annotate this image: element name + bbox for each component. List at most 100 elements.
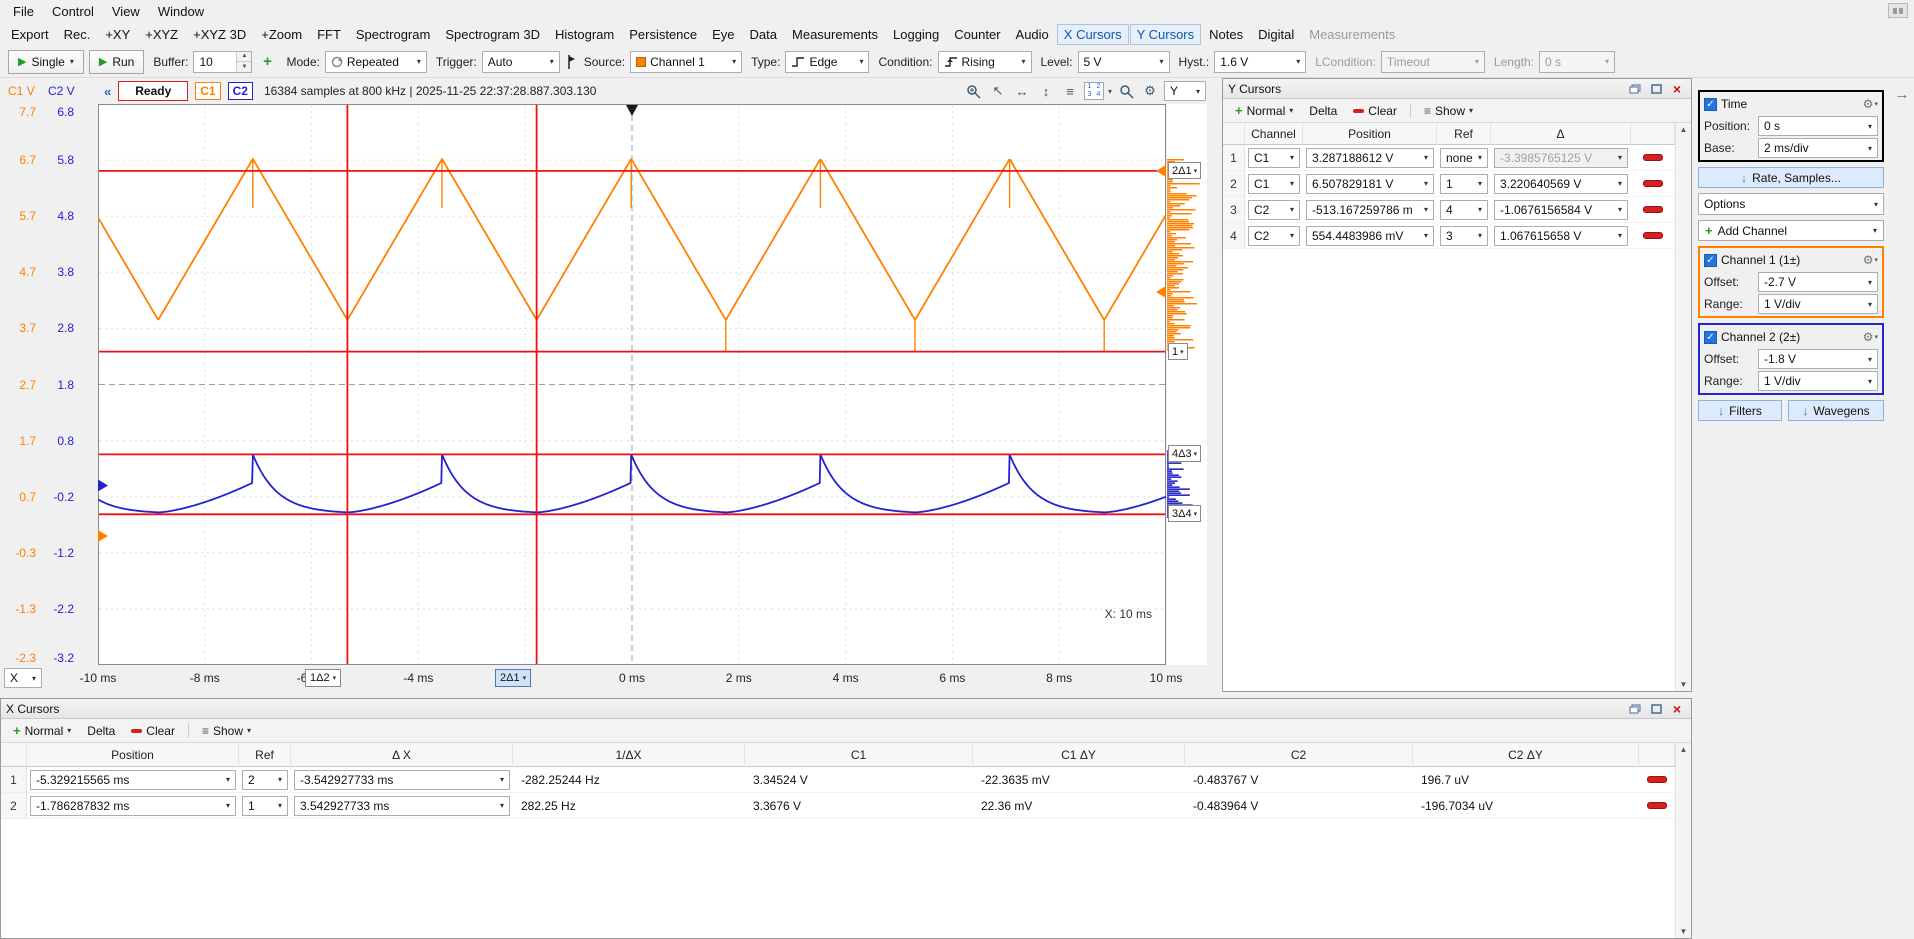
tab-logging[interactable]: Logging <box>886 24 946 45</box>
remove-cursor-button[interactable] <box>1643 154 1663 161</box>
remove-cursor-button[interactable] <box>1643 232 1663 239</box>
spinner-arrows-icon[interactable]: ▲▼ <box>236 52 251 72</box>
close-icon[interactable]: × <box>1668 701 1686 717</box>
tab-spectrogram[interactable]: Spectrogram <box>349 24 437 45</box>
tab-measurements[interactable]: Measurements <box>1302 24 1402 45</box>
x-cursor-ref-select[interactable]: 2▾ <box>242 770 288 790</box>
scrollbar[interactable]: ▲▼ <box>1675 123 1691 691</box>
y-cursor-delta-value[interactable]: 1.067615658 V▾ <box>1494 226 1628 246</box>
menu-control[interactable]: Control <box>43 1 103 22</box>
tab-measurements[interactable]: Measurements <box>785 24 885 45</box>
menu-view[interactable]: View <box>103 1 149 22</box>
fit-width-icon[interactable]: ↔ <box>1012 80 1032 102</box>
x-cursor-position-input[interactable]: -1.786287832 ms▾ <box>30 796 236 816</box>
channel2-gear-icon[interactable]: ⚙▾ <box>1863 330 1878 344</box>
tab--xyz[interactable]: +XYZ <box>138 24 185 45</box>
hysteresis-select[interactable]: 1.6 V▾ <box>1214 51 1306 73</box>
wavegens-button[interactable]: ↓Wavegens <box>1788 400 1884 421</box>
x-cursor-delta-x-value[interactable]: 3.542927733 ms▾ <box>294 796 510 816</box>
maximize-icon[interactable] <box>1647 81 1665 97</box>
tab-fft[interactable]: FFT <box>310 24 348 45</box>
c2-badge[interactable]: C2 <box>228 82 253 100</box>
y-cursor-position-input[interactable]: 3.287188612 V▾ <box>1306 148 1434 168</box>
y-cursor-flag-2[interactable]: 2Δ1▾ <box>1168 162 1201 179</box>
c1-badge[interactable]: C1 <box>195 82 220 100</box>
y-cursor-channel-select[interactable]: C2▾ <box>1248 226 1300 246</box>
y-cursor-position-input[interactable]: 554.4483986 mV▾ <box>1306 226 1434 246</box>
tab-eye[interactable]: Eye <box>705 24 741 45</box>
y-cursor-channel-select[interactable]: C1▾ <box>1248 148 1300 168</box>
collapse-left-icon[interactable]: « <box>104 84 111 99</box>
remove-cursor-button[interactable] <box>1647 776 1667 783</box>
channel1-checkbox[interactable]: ✓ <box>1704 254 1717 267</box>
tab-histogram[interactable]: Histogram <box>548 24 621 45</box>
remove-cursor-button[interactable] <box>1643 180 1663 187</box>
expand-panel-arrow-icon[interactable]: → <box>1895 86 1910 692</box>
condition-select[interactable]: Rising▾ <box>938 51 1032 73</box>
x-cursor-flag-2[interactable]: 2Δ1▾ <box>495 669 531 687</box>
quad-layout-icon[interactable]: 1234 <box>1084 82 1104 100</box>
y-cursor-channel-select[interactable]: C2▾ <box>1248 200 1300 220</box>
source-select[interactable]: Channel 1▾ <box>630 51 742 73</box>
single-button[interactable]: ▶Single▾ <box>8 50 84 74</box>
menu-window[interactable]: Window <box>149 1 213 22</box>
x-axis-mode-select[interactable]: X▾ <box>4 668 42 688</box>
scroll-up-icon[interactable]: ▲ <box>1680 125 1688 134</box>
length-select[interactable]: 0 s▾ <box>1539 51 1615 73</box>
add-icon[interactable]: + <box>257 52 277 72</box>
show-menu-button[interactable]: ≡Show▾ <box>1417 102 1480 120</box>
y-cursor-position-input[interactable]: -513.167259786 m▾ <box>1306 200 1434 220</box>
filters-button[interactable]: ↓Filters <box>1698 400 1782 421</box>
undock-icon[interactable] <box>1626 701 1644 717</box>
waveform-plot[interactable]: 2Δ1▾ 1▾ 4Δ3▾ 3Δ4▾ X: 10 ms 7.76.75.74.73… <box>0 104 1222 665</box>
tab--xyz-3d[interactable]: +XYZ 3D <box>186 24 253 45</box>
time-gear-icon[interactable]: ⚙▾ <box>1863 97 1878 111</box>
y-cursor-flag-4[interactable]: 4Δ3▾ <box>1168 445 1201 462</box>
clear-cursors-button[interactable]: Clear <box>124 722 182 740</box>
channel2-offset-select[interactable]: -1.8 V▾ <box>1758 349 1878 369</box>
type-select[interactable]: Edge▾ <box>785 51 869 73</box>
scroll-up-icon[interactable]: ▲ <box>1680 745 1688 754</box>
show-menu-button[interactable]: ≡Show▾ <box>195 722 258 740</box>
undock-icon[interactable] <box>1626 81 1644 97</box>
y-cursor-channel-select[interactable]: C1▾ <box>1248 174 1300 194</box>
layout-dropdown-icon[interactable]: ▾ <box>1108 87 1112 96</box>
channel1-gear-icon[interactable]: ⚙▾ <box>1863 253 1878 267</box>
tab-persistence[interactable]: Persistence <box>622 24 704 45</box>
add-normal-cursor-button[interactable]: +Normal▾ <box>1228 101 1300 120</box>
y-cursor-delta-value[interactable]: 3.220640569 V▾ <box>1494 174 1628 194</box>
channel2-range-select[interactable]: 1 V/div▾ <box>1758 371 1878 391</box>
remove-cursor-button[interactable] <box>1647 802 1667 809</box>
lcondition-select[interactable]: Timeout▾ <box>1381 51 1485 73</box>
y-cursor-delta-value[interactable]: -1.0676156584 V▾ <box>1494 200 1628 220</box>
options-dropdown[interactable]: Options▾ <box>1698 193 1884 215</box>
y-cursor-position-input[interactable]: 6.507829181 V▾ <box>1306 174 1434 194</box>
time-base-select[interactable]: 2 ms/div▾ <box>1758 138 1878 158</box>
y-cursor-ref-select[interactable]: 4▾ <box>1440 200 1488 220</box>
y-axis-mode-select[interactable]: Y▾ <box>1164 81 1206 101</box>
channel2-checkbox[interactable]: ✓ <box>1704 331 1717 344</box>
scrollbar[interactable]: ▲▼ <box>1675 743 1691 938</box>
x-cursor-position-input[interactable]: -5.329215565 ms▾ <box>30 770 236 790</box>
x-cursor-ref-select[interactable]: 1▾ <box>242 796 288 816</box>
tab-spectrogram-3d[interactable]: Spectrogram 3D <box>438 24 547 45</box>
remove-cursor-button[interactable] <box>1643 206 1663 213</box>
x-cursor-flag-1[interactable]: 1Δ2▾ <box>305 669 341 687</box>
scroll-down-icon[interactable]: ▼ <box>1680 927 1688 936</box>
maximize-icon[interactable] <box>1647 701 1665 717</box>
level-select[interactable]: 5 V▾ <box>1078 51 1170 73</box>
add-delta-cursor-button[interactable]: Delta <box>1302 102 1344 120</box>
add-channel-button[interactable]: +Add Channel▾ <box>1698 220 1884 241</box>
tab-rec-[interactable]: Rec. <box>57 24 98 45</box>
x-cursor-delta-x-value[interactable]: -3.542927733 ms▾ <box>294 770 510 790</box>
tab-counter[interactable]: Counter <box>947 24 1007 45</box>
run-button[interactable]: ▶Run <box>89 50 144 74</box>
mode-select[interactable]: Repeated▾ <box>325 51 427 73</box>
tab-x-cursors[interactable]: X Cursors <box>1057 24 1129 45</box>
y-cursor-flag-3[interactable]: 3Δ4▾ <box>1168 505 1201 522</box>
y-cursor-flag-1[interactable]: 1▾ <box>1168 343 1188 360</box>
plot-settings-gear-icon[interactable]: ⚙ <box>1140 80 1160 102</box>
add-normal-cursor-button[interactable]: +Normal▾ <box>6 721 78 740</box>
scroll-down-icon[interactable]: ▼ <box>1680 680 1688 689</box>
pointer-mode-icon[interactable]: ↖ <box>988 80 1008 102</box>
